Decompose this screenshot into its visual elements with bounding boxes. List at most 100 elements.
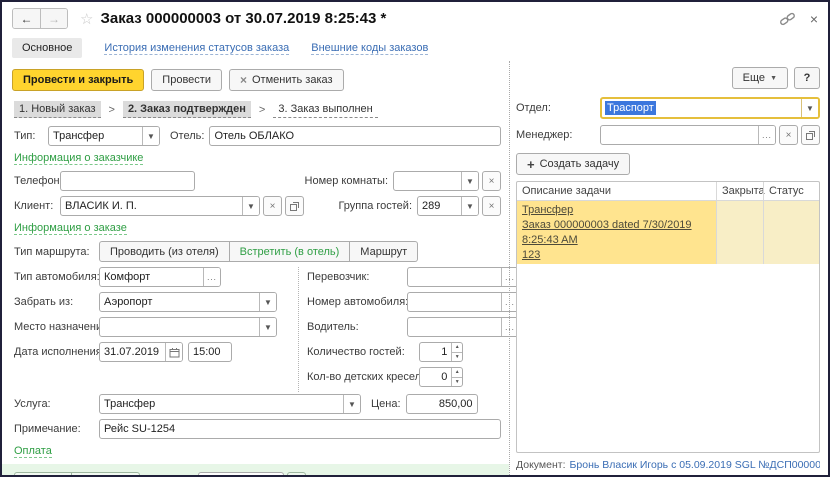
type-dropdown-icon[interactable]: ▼ bbox=[142, 127, 159, 145]
child-seats-field: ▲ ▼ bbox=[419, 367, 463, 387]
phone-input[interactable] bbox=[61, 172, 194, 190]
driver-input[interactable] bbox=[408, 318, 501, 336]
task-status-cell bbox=[763, 201, 819, 264]
order-window: ← → ☆ Заказ 000000003 от 30.07.2019 8:25… bbox=[0, 0, 830, 477]
manager-open-icon[interactable] bbox=[801, 125, 820, 145]
route-from-hotel-button[interactable]: Проводить (из отеля) bbox=[99, 241, 230, 262]
calendar-icon[interactable] bbox=[165, 343, 182, 361]
note-input[interactable] bbox=[100, 420, 500, 438]
room-label: Номер комнаты: bbox=[305, 175, 388, 187]
car-type-ellipsis-icon[interactable]: ... bbox=[203, 268, 220, 286]
manager-ellipsis-icon[interactable]: ... bbox=[758, 126, 775, 144]
department-dropdown-icon[interactable]: ▼ bbox=[801, 99, 818, 117]
post-and-close-button[interactable]: Провести и закрыть bbox=[12, 69, 144, 91]
forward-button[interactable]: → bbox=[40, 9, 67, 28]
sum-input[interactable] bbox=[199, 473, 283, 477]
destination-input[interactable] bbox=[100, 318, 259, 336]
close-icon[interactable]: × bbox=[810, 12, 818, 26]
pickup-dropdown-icon[interactable]: ▼ bbox=[259, 293, 276, 311]
price-input[interactable] bbox=[407, 395, 477, 413]
manager-clear-icon[interactable]: × bbox=[779, 125, 798, 145]
cancel-order-button[interactable]: × Отменить заказ bbox=[229, 69, 344, 91]
guest-count-input[interactable] bbox=[420, 343, 451, 361]
step-new-order[interactable]: 1. Новый заказ bbox=[14, 101, 101, 118]
department-field[interactable]: Траспорт ▼ bbox=[600, 97, 820, 119]
back-button[interactable]: ← bbox=[13, 9, 40, 28]
service-dropdown-icon[interactable]: ▼ bbox=[343, 395, 360, 413]
tab-external-codes[interactable]: Внешние коды заказов bbox=[311, 42, 428, 55]
calculator-icon[interactable] bbox=[287, 472, 306, 477]
customer-info-group-link[interactable]: Информация о заказчике bbox=[14, 152, 143, 165]
pickup-input[interactable] bbox=[100, 293, 259, 311]
to-cash-button[interactable]: В кассу bbox=[15, 473, 71, 477]
more-button[interactable]: Еще ▼ bbox=[732, 67, 788, 89]
guest-group-clear-icon[interactable]: × bbox=[482, 196, 501, 216]
client-dropdown-icon[interactable]: ▼ bbox=[242, 197, 259, 215]
child-seats-stepper: ▲ ▼ bbox=[451, 368, 462, 386]
task-link-line2[interactable]: Заказ 000000003 dated 7/30/2019 8:25:43 … bbox=[522, 218, 711, 248]
note-label: Примечание: bbox=[14, 423, 99, 435]
guest-count-spin-down-icon[interactable]: ▼ bbox=[452, 352, 462, 362]
department-row: Отдел: Траспорт ▼ bbox=[516, 97, 820, 119]
phone-label: Телефон: bbox=[14, 175, 60, 187]
child-seats-label: Кол-во детских кресел: bbox=[307, 371, 419, 383]
service-field: ▼ bbox=[99, 394, 361, 414]
route-meet-button[interactable]: Встретить (в отель) bbox=[230, 241, 351, 262]
order-fields: Тип: ▼ Отель: Информация о заказчике Тел… bbox=[2, 126, 509, 464]
favorite-star-icon[interactable]: ☆ bbox=[80, 10, 93, 28]
column-header-status[interactable]: Статус bbox=[763, 182, 819, 200]
child-seats-spin-up-icon[interactable]: ▲ bbox=[452, 368, 462, 377]
car-type-input[interactable] bbox=[100, 268, 203, 286]
step-order-done[interactable]: 3. Заказ выполнен bbox=[273, 101, 377, 118]
exec-time-input[interactable] bbox=[189, 343, 231, 361]
exec-date-input[interactable] bbox=[100, 343, 165, 361]
task-link-line3[interactable]: 123 bbox=[522, 248, 711, 263]
column-header-closed[interactable]: Закрыта bbox=[716, 182, 763, 200]
payment-group-link[interactable]: Оплата bbox=[14, 445, 52, 458]
service-input[interactable] bbox=[100, 395, 343, 413]
client-open-icon[interactable] bbox=[285, 196, 304, 216]
client-input[interactable] bbox=[61, 197, 242, 215]
route-route-button[interactable]: Маршрут bbox=[350, 241, 418, 262]
manager-input[interactable] bbox=[601, 126, 758, 144]
child-seats-spin-down-icon[interactable]: ▼ bbox=[452, 377, 462, 387]
sum-field bbox=[198, 472, 284, 477]
more-arrow-icon: ▼ bbox=[770, 75, 777, 82]
guest-group-dropdown-icon[interactable]: ▼ bbox=[461, 197, 478, 215]
car-type-row: Тип автомобиля: ... bbox=[14, 267, 296, 287]
exec-date-label: Дата исполнения: bbox=[14, 346, 99, 358]
room-input[interactable] bbox=[394, 172, 461, 190]
room-clear-icon[interactable]: × bbox=[482, 171, 501, 191]
to-room-button[interactable]: На номер bbox=[71, 473, 139, 477]
carrier-input[interactable] bbox=[408, 268, 501, 286]
car-number-input[interactable] bbox=[408, 293, 501, 311]
hotel-field bbox=[209, 126, 501, 146]
hotel-input[interactable] bbox=[210, 127, 500, 145]
department-value: Траспорт bbox=[605, 101, 656, 115]
tab-main[interactable]: Основное bbox=[12, 38, 82, 58]
client-clear-icon[interactable]: × bbox=[263, 196, 282, 216]
order-status-steps: 1. Новый заказ > 2. Заказ подтвержден > … bbox=[2, 97, 509, 126]
destination-row: Место назначения: ▼ bbox=[14, 317, 296, 337]
order-form-panel: Провести и закрыть Провести × Отменить з… bbox=[2, 61, 509, 475]
create-task-button[interactable]: + Создать задачу bbox=[516, 153, 630, 175]
step-order-confirmed[interactable]: 2. Заказ подтвержден bbox=[123, 101, 251, 118]
type-input[interactable] bbox=[49, 127, 142, 145]
help-button[interactable]: ? bbox=[794, 67, 820, 89]
room-dropdown-icon[interactable]: ▼ bbox=[461, 172, 478, 190]
document-link[interactable]: Бронь Власик Игорь с 05.09.2019 SGL №ДСП… bbox=[570, 459, 821, 471]
guest-group-input[interactable] bbox=[418, 197, 461, 215]
get-link-icon[interactable] bbox=[779, 11, 796, 27]
destination-dropdown-icon[interactable]: ▼ bbox=[259, 318, 276, 336]
child-seats-input[interactable] bbox=[420, 368, 451, 386]
order-info-group-link[interactable]: Информация о заказе bbox=[14, 222, 127, 235]
guest-count-spin-up-icon[interactable]: ▲ bbox=[452, 343, 462, 352]
panel-toolbar: Еще ▼ ? bbox=[516, 67, 820, 89]
task-row[interactable]: Трансфер Заказ 000000003 dated 7/30/2019… bbox=[517, 201, 819, 264]
driver-row: Водитель: ... bbox=[307, 317, 541, 337]
tab-status-history[interactable]: История изменения статусов заказа bbox=[104, 42, 289, 55]
post-button[interactable]: Провести bbox=[151, 69, 222, 91]
task-link-line1[interactable]: Трансфер bbox=[522, 203, 711, 218]
create-task-label: Создать задачу bbox=[540, 158, 620, 170]
column-header-description[interactable]: Описание задачи bbox=[517, 182, 716, 200]
